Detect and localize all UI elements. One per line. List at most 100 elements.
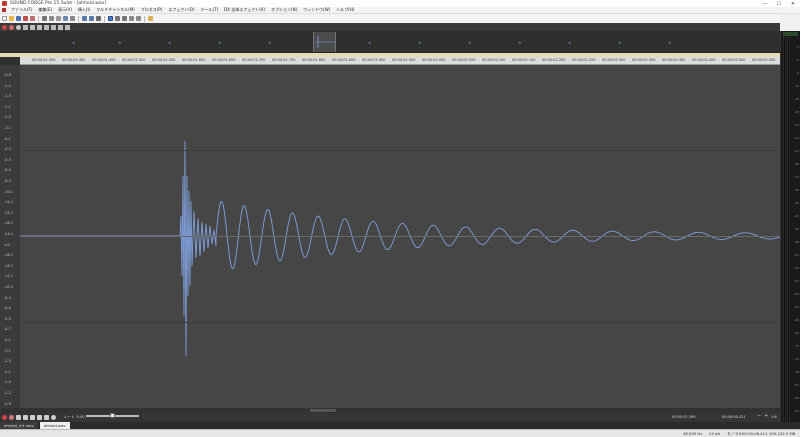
trim-icon[interactable] [70,16,75,21]
paste-icon[interactable] [56,16,61,21]
meter-tick-label: -42 [794,214,799,218]
tab-ahhoid-m1[interactable]: ahhoid_m1.wav [0,422,38,429]
menu-options[interactable]: オプション(N) [268,7,300,13]
copy-icon[interactable] [49,16,54,21]
meter-tick-label: -60 [794,292,799,296]
go-end-icon[interactable] [65,24,70,30]
overview-marker-icon: ◂ [518,40,521,46]
redo-icon[interactable] [89,16,94,21]
undo-icon[interactable] [82,16,87,21]
play-all-button[interactable] [37,415,42,420]
event-tool-icon[interactable] [129,16,134,21]
pencil-tool-icon[interactable] [122,16,127,21]
menu-view[interactable]: 表示(V) [55,7,75,13]
tab-ahhoid[interactable]: ahhoid.wav [39,422,70,429]
ruler-tick-label: 00:00:01.800 [302,58,326,62]
ruler-tick-label: 00:00:02.250 [572,58,596,62]
ruler-tick-label: 00:00:01.950 [392,58,416,62]
status-channels: モノラル [727,431,743,436]
magnify-tool-icon[interactable] [115,16,120,21]
forward-icon[interactable] [58,24,63,30]
menu-window[interactable]: ウィンドウ(W) [300,7,333,13]
minimize-button[interactable]: — [758,0,772,7]
meter-tick-label: -27 [794,149,799,153]
ruler-tick-label: 00:00:01.700 [242,58,266,62]
go-start-button[interactable] [16,415,21,420]
overview-selection[interactable] [313,32,336,52]
menu-help[interactable]: ヘルプ(H) [333,7,357,13]
record-icon[interactable] [2,24,7,30]
loop-button[interactable] [9,415,14,420]
menu-edit[interactable]: 編集(E) [35,7,55,13]
overview-bar[interactable]: ◂ ◂ ◂ ◂ ◂ ◂ ◂ ◂ ◂ ◂ ◂ ◂ [0,31,780,53]
stop-button[interactable] [30,415,35,420]
menu-dx-effects[interactable]: DX 全体エフェクト(X) [221,7,268,13]
document-icon[interactable] [2,8,6,12]
play-icon[interactable] [23,24,28,30]
save-as-icon[interactable] [30,16,35,21]
rewind-icon[interactable] [51,24,56,30]
level-tick-label: -10.1 [4,189,14,194]
level-tick-label: -1.2 [4,83,11,88]
zoom-in-icon[interactable]: + [764,414,769,419]
record-button[interactable] [2,415,7,420]
mix-icon[interactable] [63,16,68,21]
envelope-tool-icon[interactable] [136,16,141,21]
ruler-tick-label: 00:00:01.650 [212,58,236,62]
ruler-tick-label: 00:00:02.150 [512,58,536,62]
rate-slider-knob[interactable] [110,413,115,418]
loop-icon[interactable] [9,24,14,30]
open-folder-icon[interactable] [9,16,14,21]
scrollbar-thumb[interactable] [310,409,336,412]
meter-tick-label: -57 [794,279,799,283]
meter-tick-label: -36 [794,188,799,192]
selection-start-time[interactable]: 00:00:01.309 [672,415,696,419]
meter-tick-label: -84 [794,396,799,400]
play-all-icon[interactable] [16,24,21,30]
render-icon[interactable] [23,16,28,21]
go-end-button[interactable] [44,415,49,420]
menu-multichannel[interactable]: マルチチャンネル(M) [93,7,137,13]
menu-file[interactable]: ファイル(F) [8,7,35,13]
snap-icon[interactable] [148,16,153,21]
edit-tool-icon[interactable] [108,16,113,21]
status-length: 00:00:06.411 [742,431,768,436]
menu-process[interactable]: プロセス(P) [138,7,166,13]
go-start-icon[interactable] [44,24,49,30]
meter-tick-label: -66 [794,318,799,322]
level-meter[interactable]: -3 -6 -9 -12 -15 -18 -21 -24 -27 -30 -33 -36 -39 -42 -… [780,31,800,431]
waveform-trace [20,140,781,357]
level-tick-label: -Inf [4,242,10,247]
zoom-out-icon[interactable]: − [757,414,762,419]
new-file-icon[interactable] [2,16,7,21]
maximize-button[interactable]: ☐ [772,0,786,7]
scrub-button[interactable] [51,415,56,420]
menu-insert[interactable]: 挿入(I) [75,7,93,13]
meter-tick-label: -6 [796,58,799,62]
save-icon[interactable] [16,16,21,21]
toolbar-separator [78,15,79,22]
menu-tools[interactable]: ツール(T) [198,7,222,13]
ruler-tick-label: 00:00:01.450 [92,58,116,62]
selection-end-time[interactable]: 00:00:08.411 [722,415,746,419]
menu-effects[interactable]: エフェクト(O) [165,7,197,13]
close-button[interactable]: ✕ [786,0,800,7]
ruler-tick-label: 00:00:02.350 [632,58,656,62]
level-tick-label: -12.1 [4,274,14,279]
repeat-icon[interactable] [96,16,101,21]
level-tick-label: -1.5 [4,94,11,99]
time-ruler[interactable]: 00:00:01.350 00:00:01.400 00:00:01.450 00:0… [20,57,780,65]
play-toolbar [0,23,780,31]
overview-marker-icon: ◂ [368,40,371,46]
meter-channel-left [783,37,786,425]
ruler-tick-label: 00:00:01.350 [32,58,56,62]
play-button[interactable] [23,415,28,420]
stop-icon[interactable] [37,24,42,30]
grid-line [20,322,780,323]
pause-icon[interactable] [30,24,35,30]
ruler-tick-label: 00:00:01.400 [62,58,86,62]
ruler-tick-label: 00:00:02.050 [452,58,476,62]
meter-tick-label: -15 [794,97,799,101]
status-bit-depth: 24 bit [709,431,720,436]
cut-icon[interactable] [42,16,47,21]
